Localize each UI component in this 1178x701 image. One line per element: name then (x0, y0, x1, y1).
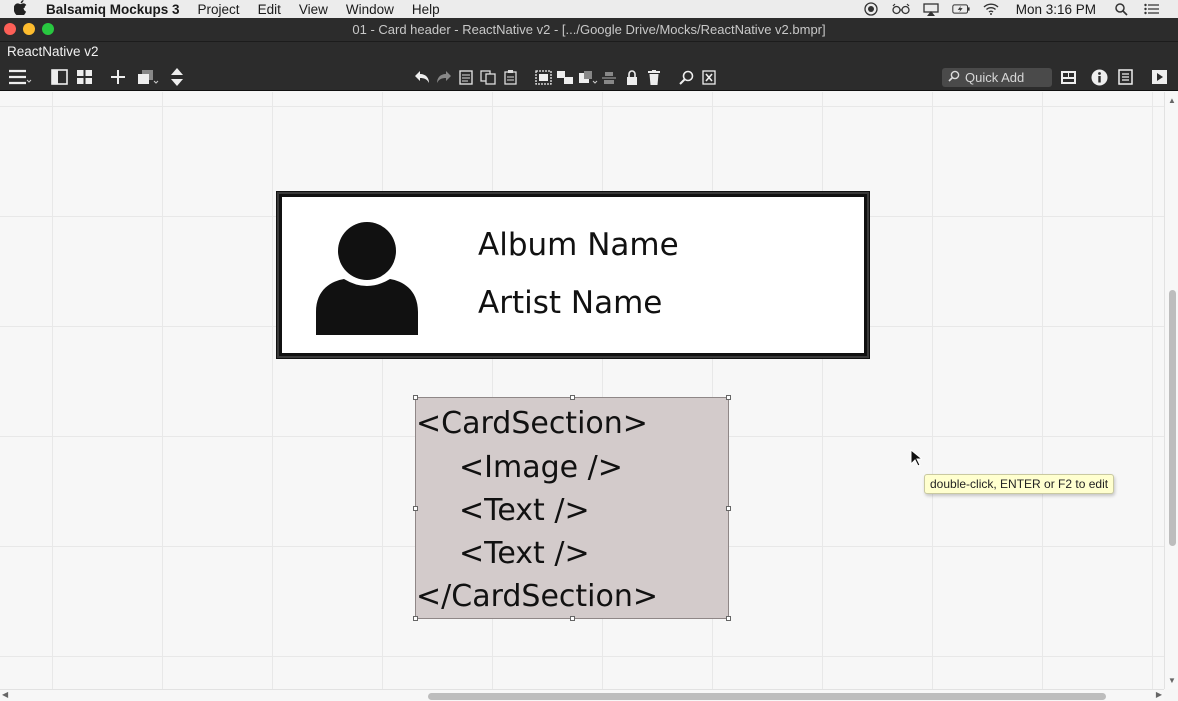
scroll-up-icon[interactable]: ▲ (1168, 96, 1176, 105)
system-menu-bar: Balsamiq Mockups 3 Project Edit View Win… (0, 0, 1178, 18)
clear-search-icon[interactable] (700, 66, 718, 88)
maximize-window-button[interactable] (42, 23, 54, 35)
resize-handle[interactable] (570, 616, 575, 621)
redo-icon[interactable] (434, 66, 454, 88)
resize-handle[interactable] (726, 395, 731, 400)
resize-handle[interactable] (413, 616, 418, 621)
delete-icon[interactable] (645, 66, 663, 88)
toggle-navigator-icon[interactable] (49, 66, 69, 88)
vertical-scroll-thumb[interactable] (1169, 290, 1176, 546)
properties-panel-icon[interactable] (1115, 66, 1135, 88)
close-window-button[interactable] (4, 23, 16, 35)
project-name: ReactNative v2 (0, 42, 1178, 62)
group-icon[interactable] (533, 66, 553, 88)
cut-icon[interactable] (457, 66, 475, 88)
code-line: </CardSection> (416, 579, 659, 614)
menu-window[interactable]: Window (346, 2, 394, 17)
window-title-bar: 01 - Card header - ReactNative v2 - [...… (0, 18, 1178, 42)
align-icon[interactable] (600, 66, 618, 88)
spotlight-search-icon[interactable] (1112, 2, 1130, 16)
code-line: <CardSection> (416, 406, 648, 441)
find-replace-icon[interactable] (677, 66, 697, 88)
copy-icon[interactable] (479, 66, 497, 88)
artist-name-text: Artist Name (478, 285, 663, 321)
menu-project[interactable]: Project (198, 2, 240, 17)
notification-center-icon[interactable] (1142, 2, 1160, 16)
glasses-icon[interactable] (892, 2, 910, 16)
duplicate-icon[interactable] (136, 66, 160, 88)
battery-icon[interactable] (952, 2, 970, 16)
apple-icon[interactable] (13, 0, 34, 18)
paste-icon[interactable] (501, 66, 519, 88)
bring-forward-icon[interactable] (577, 66, 599, 88)
resize-handle[interactable] (413, 395, 418, 400)
horizontal-scroll-thumb[interactable] (428, 693, 1106, 700)
lock-icon[interactable] (623, 66, 641, 88)
app-menu-name[interactable]: Balsamiq Mockups 3 (46, 2, 180, 17)
card-header-mockup[interactable]: Album Name Artist Name (276, 191, 870, 359)
code-line: <Image /> (459, 450, 623, 485)
ui-library-icon[interactable] (1058, 66, 1078, 88)
menu-hamburger-icon[interactable] (6, 66, 34, 88)
info-icon[interactable] (1089, 66, 1109, 88)
record-icon[interactable] (862, 2, 880, 16)
user-avatar-icon (316, 222, 418, 335)
arrange-icon[interactable] (167, 66, 187, 88)
quick-add-input[interactable]: Quick Add (942, 68, 1052, 87)
menu-edit[interactable]: Edit (258, 2, 281, 17)
grid-view-icon[interactable] (74, 66, 94, 88)
code-line: <Text /> (459, 536, 590, 571)
ungroup-icon[interactable] (555, 66, 575, 88)
card-section-text-block[interactable]: <CardSection> <Image /> <Text /> <Text /… (413, 395, 731, 621)
window-title: 01 - Card header - ReactNative v2 - [...… (352, 22, 826, 37)
horizontal-scrollbar[interactable]: ◀ ▶ (0, 689, 1164, 701)
resize-handle[interactable] (726, 616, 731, 621)
resize-handle[interactable] (570, 395, 575, 400)
toolbar: Quick Add (0, 62, 1178, 91)
scroll-right-icon[interactable]: ▶ (1156, 690, 1162, 699)
quick-add-placeholder: Quick Add (965, 70, 1025, 85)
window-controls (4, 23, 54, 35)
vertical-scrollbar[interactable]: ▲ ▼ (1164, 92, 1178, 689)
album-name-text: Album Name (478, 227, 679, 263)
undo-icon[interactable] (412, 66, 432, 88)
airplay-icon[interactable] (922, 2, 940, 16)
mockup-canvas[interactable]: Album Name Artist Name <CardSection> <Im… (0, 92, 1164, 689)
scroll-down-icon[interactable]: ▼ (1168, 676, 1176, 685)
scroll-left-icon[interactable]: ◀ (2, 690, 8, 699)
mouse-cursor-icon (910, 449, 922, 467)
resize-handle[interactable] (413, 506, 418, 511)
resize-handle[interactable] (726, 506, 731, 511)
menubar-clock[interactable]: Mon 3:16 PM (1016, 2, 1096, 17)
menu-view[interactable]: View (299, 2, 328, 17)
presentation-mode-icon[interactable] (1149, 66, 1169, 88)
menu-help[interactable]: Help (412, 2, 440, 17)
code-line: <Text /> (459, 493, 590, 528)
edit-hint-tooltip: double-click, ENTER or F2 to edit (924, 474, 1115, 494)
add-icon[interactable] (108, 66, 128, 88)
minimize-window-button[interactable] (23, 23, 35, 35)
search-icon (948, 70, 960, 85)
wifi-icon[interactable] (982, 2, 1000, 16)
